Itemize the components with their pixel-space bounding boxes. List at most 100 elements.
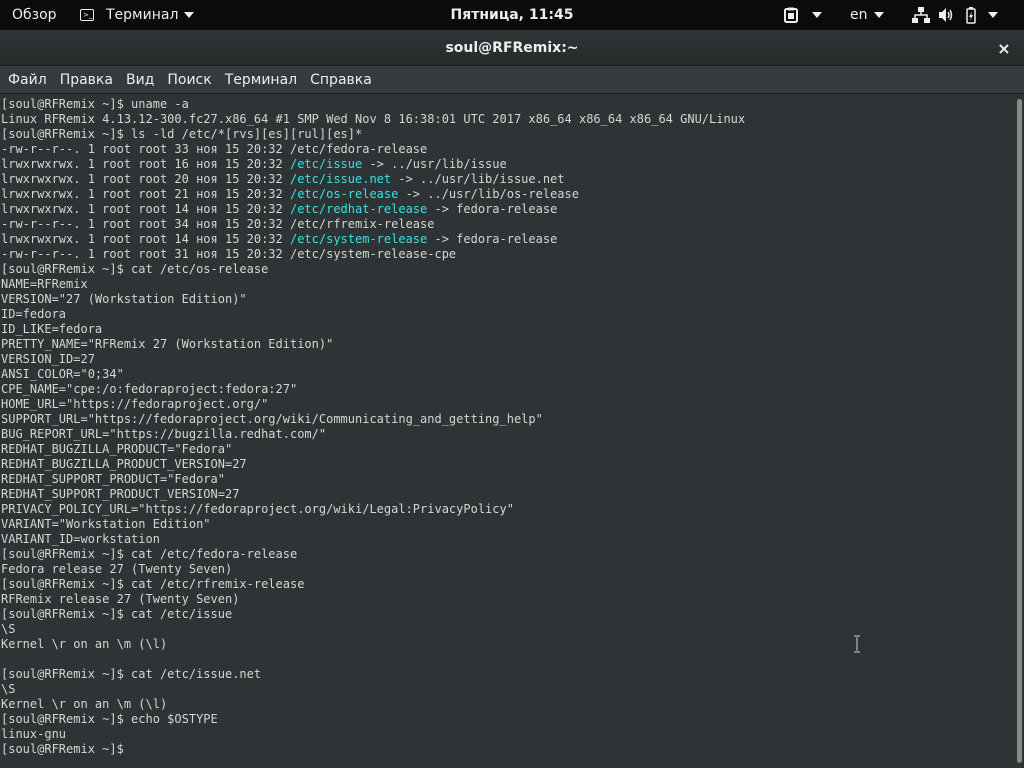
- terminal-text: ID=fedora: [1, 307, 67, 321]
- terminal-text: -rw-r--r--. 1 root root 31 ноя 15 20:32 …: [1, 247, 457, 261]
- terminal-text: -> fedora-release: [427, 202, 558, 216]
- terminal-line: REDHAT_BUGZILLA_PRODUCT="Fedora": [1, 442, 232, 457]
- terminal-text: lrwxrwxrwx. 1 root root 14 ноя 15 20:32: [1, 232, 290, 246]
- terminal-text: \S: [1, 622, 16, 636]
- system-menu[interactable]: [912, 0, 998, 30]
- battery-icon: [966, 6, 976, 24]
- app-menu-button[interactable]: >_ Терминал: [80, 0, 195, 30]
- scrollbar-thumb[interactable]: [1017, 99, 1022, 763]
- terminal-line: Kernel \r on an \m (\l): [1, 637, 167, 652]
- menu-item-4[interactable]: Терминал: [219, 66, 303, 94]
- terminal-text: [soul@RFRemix ~]$: [1, 742, 132, 756]
- terminal-text: [soul@RFRemix ~]$ cat /etc/rfremix-relea…: [1, 577, 305, 591]
- terminal-text: -> ../usr/lib/os-release: [398, 187, 579, 201]
- terminal-text: [soul@RFRemix ~]$ echo $OSTYPE: [1, 712, 218, 726]
- terminal-line: lrwxrwxrwx. 1 root root 16 ноя 15 20:32 …: [1, 157, 507, 172]
- terminal-line: VARIANT_ID=workstation: [1, 532, 160, 547]
- menu-item-5[interactable]: Справка: [304, 66, 378, 94]
- chevron-down-icon: [873, 12, 884, 18]
- terminal-line: NAME=RFRemix: [1, 277, 88, 292]
- terminal-text: NAME=RFRemix: [1, 277, 88, 291]
- terminal-line: -rw-r--r--. 1 root root 31 ноя 15 20:32 …: [1, 247, 456, 262]
- terminal-text: ANSI_COLOR="0;34": [1, 367, 124, 381]
- terminal-line: [soul@RFRemix ~]$ cat /etc/fedora-releas…: [1, 547, 297, 562]
- terminal-text: lrwxrwxrwx. 1 root root 14 ноя 15 20:32: [1, 202, 290, 216]
- terminal-line: \S: [1, 622, 15, 637]
- terminal-line: lrwxrwxrwx. 1 root root 20 ноя 15 20:32 …: [1, 172, 565, 187]
- menu-item-1[interactable]: Правка: [54, 66, 119, 94]
- terminal-line: linux-gnu: [1, 727, 66, 742]
- terminal-text: REDHAT_BUGZILLA_PRODUCT_VERSION=27: [1, 457, 247, 471]
- terminal-text: CPE_NAME="cpe:/o:fedoraproject:fedora:27…: [1, 382, 298, 396]
- clipboard-icon: [784, 7, 798, 23]
- terminal-line: [soul@RFRemix ~]$ uname -a: [1, 97, 189, 112]
- terminal-line: [soul@RFRemix ~]$ cat /etc/issue.net: [1, 667, 261, 682]
- terminal-text: -> ../usr/lib/issue: [362, 157, 507, 171]
- terminal-text: VARIANT_ID=workstation: [1, 532, 160, 546]
- terminal-output[interactable]: [soul@RFRemix ~]$ uname -a Linux RFRemix …: [0, 95, 1014, 768]
- volume-icon: [939, 8, 953, 22]
- terminal-line: \S: [1, 682, 15, 697]
- scrollbar[interactable]: [1014, 95, 1024, 768]
- terminal-line: RFRemix release 27 (Twenty Seven): [1, 592, 239, 607]
- close-icon[interactable]: ×: [994, 38, 1014, 58]
- terminal-text: VERSION="27 (Workstation Edition)": [1, 292, 247, 306]
- terminal-line: REDHAT_BUGZILLA_PRODUCT_VERSION=27: [1, 457, 247, 472]
- terminal-line: PRETTY_NAME="RFRemix 27 (Workstation Edi…: [1, 337, 333, 352]
- terminal-text: linux-gnu: [1, 727, 67, 741]
- terminal-line: VERSION="27 (Workstation Edition)": [1, 292, 247, 307]
- terminal-line: Kernel \r on an \m (\l): [1, 697, 167, 712]
- terminal-text: REDHAT_SUPPORT_PRODUCT_VERSION=27: [1, 487, 240, 501]
- terminal-line: ID_LIKE=fedora: [1, 322, 102, 337]
- chevron-down-icon: [184, 12, 195, 18]
- text-cursor-icon: [854, 635, 860, 653]
- terminal-text: Kernel \r on an \m (\l): [1, 637, 168, 651]
- terminal-text: BUG_REPORT_URL="https://bugzilla.redhat.…: [1, 427, 327, 441]
- terminal-text: VARIANT="Workstation Edition": [1, 517, 211, 531]
- terminal-line: REDHAT_SUPPORT_PRODUCT_VERSION=27: [1, 487, 239, 502]
- app-menu-label: Терминал: [106, 7, 179, 23]
- symlink-path: /etc/system-release: [289, 232, 428, 246]
- terminal-line: BUG_REPORT_URL="https://bugzilla.redhat.…: [1, 427, 326, 442]
- symlink-path: /etc/redhat-release: [289, 202, 428, 216]
- terminal-line: -rw-r--r--. 1 root root 33 ноя 15 20:32 …: [1, 142, 427, 157]
- terminal-text: HOME_URL="https://fedoraproject.org/": [1, 397, 269, 411]
- terminal-line: VERSION_ID=27: [1, 352, 95, 367]
- terminal-text: Kernel \r on an \m (\l): [1, 697, 168, 711]
- terminal-line: -rw-r--r--. 1 root root 34 ноя 15 20:32 …: [1, 217, 434, 232]
- terminal-line: [soul@RFRemix ~]$ cat /etc/issue: [1, 607, 232, 622]
- terminal-line: lrwxrwxrwx. 1 root root 21 ноя 15 20:32 …: [1, 187, 579, 202]
- activities-label: Обзор: [12, 7, 57, 23]
- terminal-text: REDHAT_BUGZILLA_PRODUCT="Fedora": [1, 442, 233, 456]
- clipboard-menu[interactable]: [784, 0, 822, 30]
- symlink-path: /etc/os-release: [289, 187, 399, 201]
- terminal-text: [soul@RFRemix ~]$ cat /etc/fedora-releas…: [1, 547, 298, 561]
- terminal-text: lrwxrwxrwx. 1 root root 20 ноя 15 20:32: [1, 172, 290, 186]
- terminal-text: PRETTY_NAME="RFRemix 27 (Workstation Edi…: [1, 337, 334, 351]
- menu-item-3[interactable]: Поиск: [161, 66, 217, 94]
- terminal-line: SUPPORT_URL="https://fedoraproject.org/w…: [1, 412, 543, 427]
- terminal-line: CPE_NAME="cpe:/o:fedoraproject:fedora:27…: [1, 382, 297, 397]
- clock[interactable]: Пятница, 11:45: [451, 7, 574, 23]
- terminal-text: [soul@RFRemix ~]$ cat /etc/issue.net: [1, 667, 262, 681]
- menubar: Файл Правка Вид Поиск Терминал Справка: [0, 66, 1024, 94]
- network-icon: [912, 7, 930, 23]
- terminal-text: [soul@RFRemix ~]$ cat /etc/os-release: [1, 262, 269, 276]
- language-label: en: [850, 7, 868, 23]
- top-bar: Пятница, 11:45 Обзор >_ Терминал en: [0, 0, 1024, 30]
- terminal-line: PRIVACY_POLICY_URL="https://fedoraprojec…: [1, 502, 514, 517]
- terminal-text: SUPPORT_URL="https://fedoraproject.org/w…: [1, 412, 543, 426]
- menu-item-0[interactable]: Файл: [2, 66, 53, 94]
- terminal-line: [soul@RFRemix ~]$ cat /etc/rfremix-relea…: [1, 577, 304, 592]
- terminal-text: lrwxrwxrwx. 1 root root 16 ноя 15 20:32: [1, 157, 290, 171]
- language-menu[interactable]: en: [850, 0, 884, 30]
- terminal-line: REDHAT_SUPPORT_PRODUCT="Fedora": [1, 472, 225, 487]
- symlink-path: /etc/issue: [289, 157, 363, 171]
- terminal-text: Linux RFRemix 4.13.12-300.fc27.x86_64 #1…: [1, 112, 746, 126]
- activities-button[interactable]: Обзор: [12, 0, 57, 30]
- menu-item-2[interactable]: Вид: [120, 66, 160, 94]
- terminal-line: lrwxrwxrwx. 1 root root 14 ноя 15 20:32 …: [1, 202, 557, 217]
- terminal-text: [soul@RFRemix ~]$ ls -ld /etc/*[rvs][es]…: [1, 127, 363, 141]
- terminal-line: [soul@RFRemix ~]$ echo $OSTYPE: [1, 712, 218, 727]
- chevron-down-icon: [812, 12, 822, 18]
